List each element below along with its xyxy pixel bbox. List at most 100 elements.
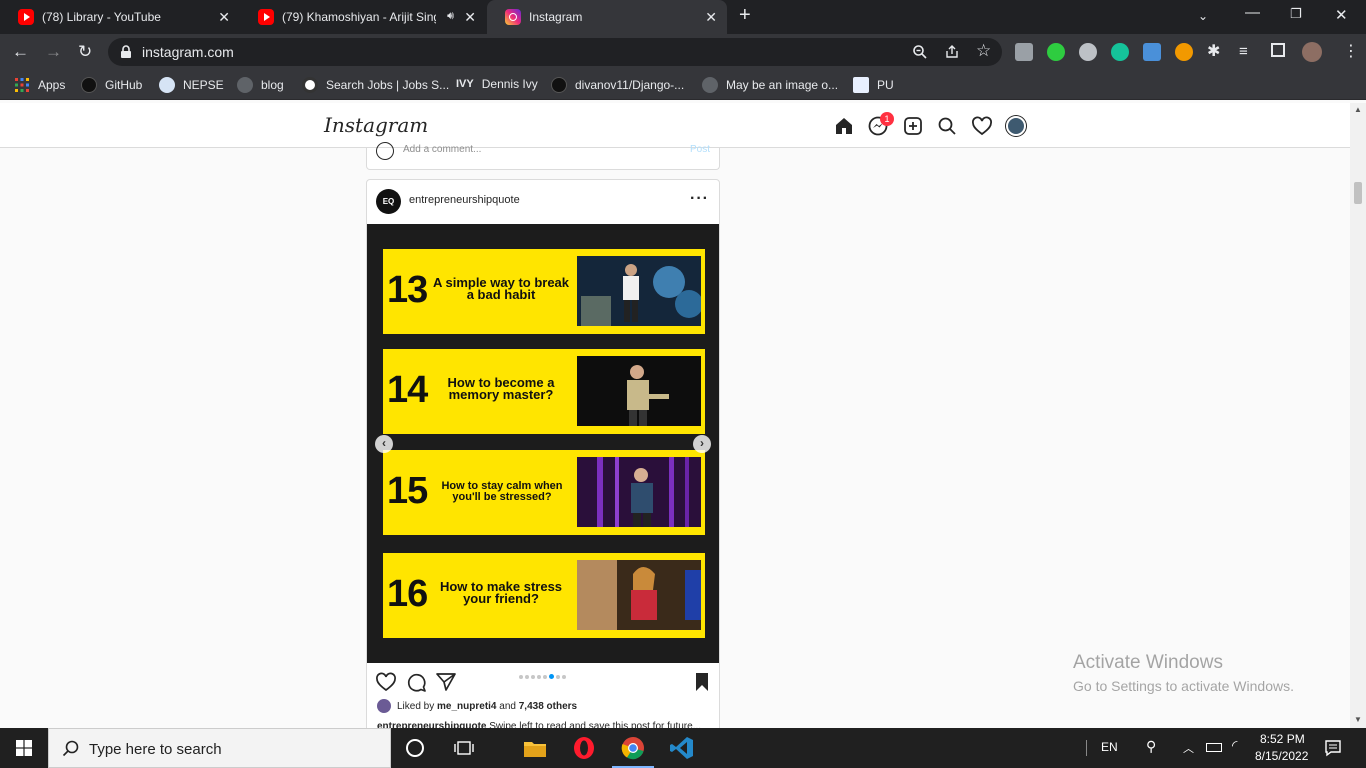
speaker-icon[interactable]: 🔊︎ (447, 10, 454, 23)
liker-avatar[interactable] (377, 699, 391, 713)
liked-by-others[interactable]: 7,438 others (519, 701, 577, 712)
bookmark-dennis-ivy[interactable]: IVY Dennis Ivy (456, 77, 538, 91)
instagram-logo[interactable]: Instagram (324, 113, 428, 137)
tab-search-icon[interactable]: ⌄ (1198, 9, 1208, 23)
back-icon[interactable]: ← (12, 42, 29, 62)
page-scrollbar[interactable]: ▲ ▼ (1350, 103, 1366, 728)
amazon-extension-icon[interactable] (1143, 43, 1161, 61)
side-panel-icon[interactable] (1271, 43, 1285, 57)
clock-date[interactable]: 8/15/2022 (1255, 749, 1308, 763)
forward-icon[interactable]: → (45, 42, 62, 62)
bookmark-blog[interactable]: blog (237, 77, 284, 93)
save-bookmark-icon[interactable] (691, 671, 713, 693)
new-post-icon[interactable] (902, 115, 924, 137)
taskbar-search[interactable]: Type here to search (48, 728, 391, 768)
messenger-badge: 1 (880, 112, 894, 126)
close-tab-icon[interactable]: ✕ (464, 9, 476, 26)
vscode-icon[interactable] (668, 734, 696, 762)
bookmark-search-jobs[interactable]: Search Jobs | Jobs S... (302, 77, 449, 93)
carousel-dot (525, 675, 529, 679)
scroll-up-icon[interactable]: ▲ (1354, 105, 1362, 114)
bookmark-github[interactable]: GitHub (81, 77, 142, 93)
chrome-icon[interactable] (619, 734, 647, 762)
emoji-icon[interactable] (376, 142, 394, 160)
share-icon[interactable] (944, 44, 960, 60)
watermark-subtitle: Go to Settings to activate Windows. (1073, 678, 1294, 694)
opera-icon[interactable] (570, 734, 598, 762)
post-author-avatar[interactable]: EQ (376, 189, 401, 214)
tile-number: 16 (387, 573, 428, 615)
menu-kebab-icon[interactable]: ⋮ (1343, 42, 1359, 62)
tab-youtube-library[interactable]: (78) Library - YouTube ✕ (0, 0, 240, 34)
bookmark-may-be-image[interactable]: May be an image o... (702, 77, 838, 93)
likes-summary: Liked by me_nupreti4 and 7,438 others (377, 699, 577, 713)
file-explorer-icon[interactable] (521, 734, 549, 762)
bookmark-label: GitHub (105, 78, 143, 92)
bookmark-pu[interactable]: PU (853, 77, 894, 93)
github-icon (551, 77, 567, 93)
post-carousel-image[interactable]: 13 A simple way to break a bad habit 14 … (367, 224, 719, 663)
post-comment-button[interactable]: Post (690, 144, 710, 155)
rss-extension-icon[interactable] (1175, 43, 1193, 61)
tile-number: 15 (387, 470, 428, 512)
profile-avatar-icon[interactable] (1006, 116, 1026, 136)
like-heart-icon[interactable] (375, 671, 397, 693)
tab-khamoshiyan[interactable]: (79) Khamoshiyan - Arijit Sing 🔊︎ ✕ (240, 0, 486, 34)
bookmark-nepse[interactable]: NEPSE (159, 77, 224, 93)
media-controls-icon[interactable]: ≡ (1239, 42, 1248, 62)
bookmark-divanov[interactable]: divanov11/Django-... (551, 77, 684, 93)
tab-title: Instagram (529, 10, 583, 24)
apps-grid-icon (15, 78, 29, 92)
url-text: instagram.com (142, 44, 234, 60)
speaker-photo (577, 457, 701, 527)
carousel-prev-button[interactable]: ‹ (375, 435, 393, 453)
carousel-next-button[interactable]: › (693, 435, 711, 453)
minimize-icon[interactable]: — (1245, 4, 1260, 21)
post-username[interactable]: entrepreneurshipquote (409, 194, 520, 206)
scroll-down-icon[interactable]: ▼ (1354, 715, 1362, 724)
scrollbar-thumb[interactable] (1354, 182, 1362, 204)
puzzle-extensions-icon[interactable]: ✱ (1207, 42, 1220, 62)
share-direct-icon[interactable] (435, 671, 457, 693)
close-tab-icon[interactable]: ✕ (218, 9, 230, 26)
thumbs-up-extension-icon[interactable] (1047, 43, 1065, 61)
tab-title: (78) Library - YouTube (42, 10, 161, 24)
wifi-icon[interactable]: ◜ (1232, 737, 1237, 754)
tile-caption: How to become a memory master? (447, 375, 555, 402)
liked-by-user[interactable]: me_nupreti4 (437, 701, 496, 712)
browser-toolbar: ← → ↻ instagram.com ☆ 1 ✱ ≡ ⋮ (0, 34, 1366, 99)
show-hidden-icons[interactable]: ︿ (1183, 740, 1194, 756)
cortana-icon[interactable] (406, 739, 424, 757)
lock-icon[interactable] (120, 45, 132, 59)
restore-icon[interactable]: ❐ (1290, 6, 1302, 22)
heart-activity-icon[interactable] (971, 115, 993, 137)
home-icon[interactable] (833, 115, 855, 137)
reload-icon[interactable]: ↻ (78, 42, 92, 62)
clock-time[interactable]: 8:52 PM (1260, 732, 1305, 746)
post-actions (367, 664, 719, 698)
new-tab-icon[interactable]: + (739, 4, 751, 27)
notifications-icon[interactable] (1324, 739, 1342, 757)
cloud-extension-icon[interactable] (1079, 43, 1097, 61)
language-indicator[interactable]: EN (1101, 740, 1118, 754)
profile-avatar[interactable] (1302, 42, 1322, 62)
close-window-icon[interactable]: ✕ (1335, 6, 1348, 24)
explore-search-icon[interactable] (936, 115, 958, 137)
comment-icon[interactable] (405, 671, 427, 693)
windows-start-icon[interactable] (16, 740, 32, 756)
camera-extension-icon[interactable] (1015, 43, 1033, 61)
address-bar[interactable]: instagram.com ☆ (108, 38, 1002, 66)
close-tab-icon[interactable]: ✕ (705, 9, 717, 26)
battery-icon[interactable] (1206, 743, 1222, 752)
tab-instagram[interactable]: Instagram ✕ (487, 0, 727, 34)
people-icon[interactable]: ⚲ (1146, 738, 1156, 755)
zoom-icon[interactable] (912, 44, 928, 60)
grammarly-icon[interactable] (1111, 43, 1129, 61)
bookmark-apps[interactable]: Apps (14, 77, 65, 93)
more-options-icon[interactable]: ··· (690, 190, 709, 208)
speaker-photo (577, 560, 701, 630)
bookmark-star-icon[interactable]: ☆ (976, 41, 991, 61)
nepse-icon (159, 77, 175, 93)
add-comment-input[interactable]: Add a comment... (403, 144, 481, 155)
task-view-icon[interactable] (454, 739, 474, 757)
